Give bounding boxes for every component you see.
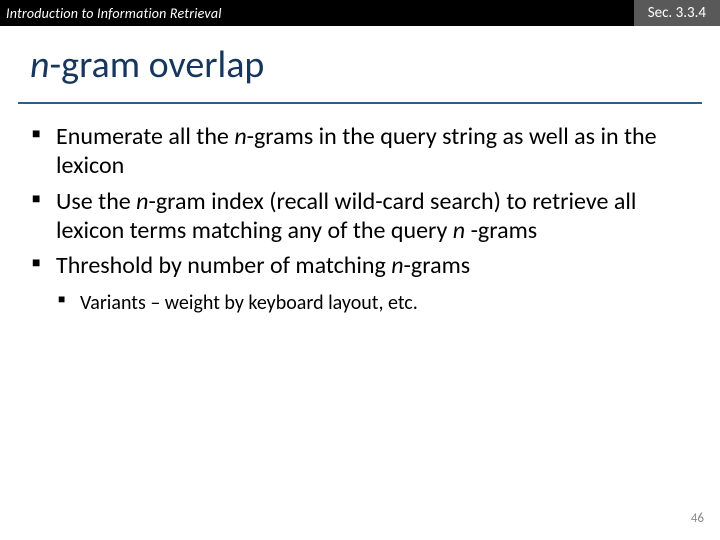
bullet-2: Use the n-gram index (recall wild-card s… (30, 187, 690, 246)
bullet-1: Enumerate all the n-grams in the query s… (30, 122, 690, 181)
slide: Introduction to Information Retrieval Se… (0, 0, 720, 540)
topbar: Introduction to Information Retrieval Se… (0, 0, 720, 26)
bullet-3: Threshold by number of matching n-grams … (30, 251, 690, 316)
course-title: Introduction to Information Retrieval (0, 5, 222, 22)
bullet-list: Enumerate all the n-grams in the query s… (30, 122, 690, 316)
section-label: Sec. 3.3.4 (634, 0, 720, 26)
italic-n: n (234, 122, 246, 151)
sub-bullet-1: Variants – weight by keyboard layout, et… (56, 290, 690, 316)
text: Threshold by number of matching (56, 251, 391, 280)
title-wrap: n-gram overlap (0, 26, 720, 96)
page-number: 46 (691, 511, 704, 526)
body: Enumerate all the n-grams in the query s… (0, 104, 720, 316)
text: -grams (465, 216, 537, 245)
text: -grams (404, 251, 471, 280)
italic-n: n (136, 187, 148, 216)
title-n: n (30, 42, 50, 88)
slide-title: n-gram overlap (30, 42, 690, 88)
title-rest: -gram overlap (50, 42, 265, 88)
sub-list: Variants – weight by keyboard layout, et… (56, 290, 690, 316)
italic-n: n (391, 251, 403, 280)
italic-n: n (453, 216, 465, 245)
text: Enumerate all the (56, 122, 234, 151)
text: Use the (56, 187, 136, 216)
